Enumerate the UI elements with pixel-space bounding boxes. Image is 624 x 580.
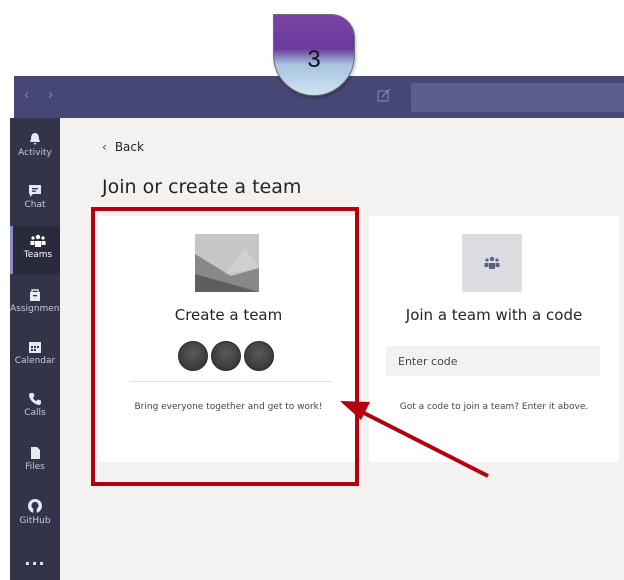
search-input[interactable]	[411, 83, 624, 112]
team-code-input[interactable]	[386, 346, 600, 376]
chevron-left-icon: ‹	[102, 140, 107, 154]
chat-icon	[29, 185, 41, 197]
assignments-icon	[30, 289, 40, 301]
rail-item-label: Teams	[23, 250, 53, 260]
join-team-thumbnail	[462, 234, 522, 292]
step-badge: 3	[273, 14, 355, 96]
more-icon: ...	[24, 550, 46, 569]
rail-item-chat[interactable]: Chat	[10, 176, 60, 224]
bell-icon	[30, 133, 40, 145]
join-team-title: Join a team with a code	[405, 306, 583, 324]
phone-icon	[29, 393, 41, 405]
rail-item-label: Chat	[24, 200, 46, 210]
highlight-box	[91, 207, 359, 486]
rail-item-calendar[interactable]: Calendar	[10, 332, 60, 380]
rail-item-label: Files	[25, 462, 45, 472]
calendar-icon	[29, 342, 41, 353]
join-team-card: Join a team with a code Got a code to jo…	[369, 216, 619, 462]
rail-item-more[interactable]: ...	[10, 548, 60, 580]
rail-item-github[interactable]: GitHub	[10, 490, 60, 538]
rail-item-teams[interactable]: Teams	[10, 226, 63, 274]
rail-item-label: Calendar	[14, 356, 56, 366]
rail-edge	[0, 118, 10, 580]
rail-item-label: Activity	[18, 148, 52, 158]
rail-item-activity[interactable]: Activity	[10, 124, 60, 172]
rail-item-calls[interactable]: Calls	[10, 384, 60, 432]
rail-item-label: Calls	[24, 408, 46, 418]
teams-icon	[484, 256, 500, 269]
back-label: Back	[114, 140, 144, 154]
chevron-left-icon[interactable]: ‹	[24, 88, 29, 103]
back-link[interactable]: ‹ Back	[102, 140, 144, 154]
page-title: Join or create a team	[102, 176, 302, 198]
rail-item-files[interactable]: Files	[10, 438, 60, 486]
compose-icon[interactable]	[377, 88, 391, 102]
rail-item-label: Assignments	[10, 304, 68, 314]
github-icon	[28, 499, 42, 513]
rail-item-label: GitHub	[19, 516, 51, 526]
teams-icon	[30, 234, 46, 247]
step-number: 3	[307, 46, 321, 73]
chevron-right-icon[interactable]: ›	[48, 88, 53, 103]
join-team-description: Got a code to join a team? Enter it abov…	[399, 402, 589, 412]
rail-item-assignments[interactable]: Assignments	[10, 280, 68, 328]
file-icon	[31, 447, 40, 459]
